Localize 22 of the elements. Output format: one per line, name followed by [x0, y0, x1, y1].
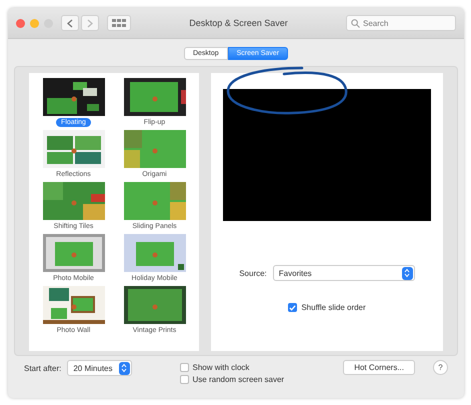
close-icon[interactable] — [16, 18, 25, 28]
grid-icon — [112, 19, 126, 27]
checkmark-icon — [289, 304, 296, 312]
option-checkbox[interactable]: Show with clock — [180, 363, 284, 372]
source-label: Source: — [239, 268, 267, 278]
start-after-label: Start after: — [24, 364, 62, 372]
option-checkbox[interactable]: Use random screen saver — [180, 375, 284, 384]
stepper-icon — [118, 362, 130, 374]
window-title: Desktop & Screen Saver — [188, 18, 289, 28]
shuffle-checkbox[interactable]: Shuffle slide order — [288, 303, 366, 312]
chevron-right-icon — [87, 18, 93, 28]
hot-corners-button[interactable]: Hot Corners... — [343, 360, 415, 375]
forward-button[interactable] — [81, 15, 99, 31]
search-icon — [351, 19, 360, 28]
search-field[interactable]: Search — [346, 15, 456, 31]
back-button[interactable] — [61, 15, 79, 31]
source-dropdown[interactable]: Favorites — [272, 265, 415, 281]
help-button[interactable]: ? — [433, 360, 448, 375]
start-after-dropdown[interactable]: 20 Minutes — [67, 360, 132, 376]
stepper-icon — [402, 266, 413, 280]
chevron-left-icon — [67, 18, 73, 28]
show-all-button[interactable] — [107, 15, 131, 31]
